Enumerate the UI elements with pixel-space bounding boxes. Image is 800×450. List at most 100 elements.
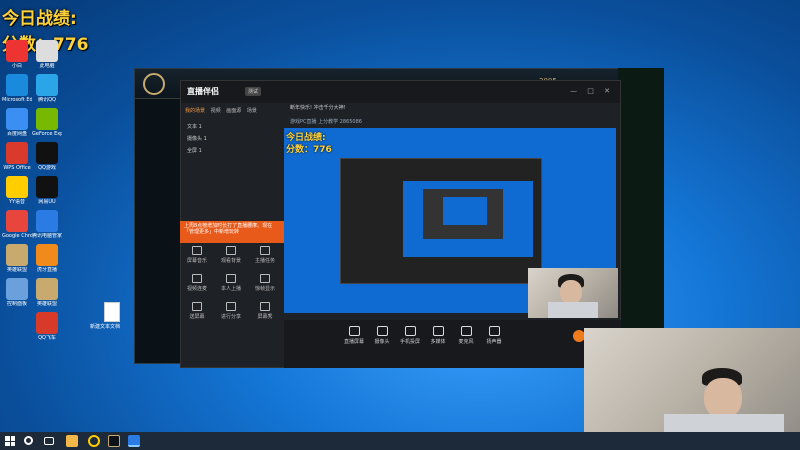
desktop-icon[interactable]: 网易UU bbox=[32, 176, 62, 205]
download-icon bbox=[226, 274, 236, 283]
stream-meta: 游戏PC直播 上分教学 2865086 bbox=[290, 119, 362, 125]
app-icon bbox=[36, 278, 58, 300]
desktop-icon-label: Microsoft Edge bbox=[2, 97, 32, 103]
obs-icon[interactable] bbox=[128, 435, 140, 447]
scene-item-text[interactable]: 文本 1 bbox=[187, 123, 202, 130]
camera-icon bbox=[376, 326, 388, 336]
task-view-icon[interactable] bbox=[44, 437, 54, 445]
desktop-icon[interactable]: 英雄联盟 bbox=[32, 278, 62, 307]
desktop-icon[interactable]: Google Chrome bbox=[2, 210, 32, 239]
desktop-icon[interactable]: 此电脑 bbox=[32, 40, 62, 69]
tool-screen-show[interactable]: 屏幕秀 bbox=[250, 302, 280, 320]
desktop-icon[interactable]: QQ游戏 bbox=[32, 142, 62, 171]
overlay-title: 今日战绩: bbox=[2, 9, 77, 29]
text-file-label: 新建文本文档 bbox=[90, 324, 121, 330]
app-icon bbox=[6, 244, 28, 266]
desktop-icon-label: 虎牙直播 bbox=[36, 267, 57, 273]
lol-social-panel[interactable] bbox=[618, 68, 664, 364]
yy-icon[interactable] bbox=[88, 435, 100, 447]
desktop-icon-label: 英雄联盟 bbox=[36, 301, 57, 307]
lol-icon[interactable] bbox=[108, 435, 120, 447]
app-icon bbox=[36, 210, 58, 232]
desktop-icon[interactable]: GeForce Experience bbox=[32, 108, 62, 137]
desktop-icon-label: 控制面板 bbox=[6, 301, 27, 307]
tool-send-screen[interactable]: 送屏幕 bbox=[182, 302, 212, 320]
nested-preview-4 bbox=[443, 197, 487, 225]
app-name: 直播伴侣 bbox=[187, 87, 219, 96]
tool-self-live[interactable]: 本人上播 bbox=[216, 274, 246, 292]
app-icon bbox=[6, 176, 28, 198]
desktop-icon-label: QQ游戏 bbox=[38, 165, 56, 171]
tool-screen-music[interactable]: 屏幕音乐 bbox=[182, 246, 212, 264]
video-call-icon bbox=[192, 274, 202, 283]
desktop-icon-label: 网易UU bbox=[38, 199, 56, 205]
display-icon bbox=[260, 302, 270, 311]
app-icon bbox=[6, 40, 28, 62]
window-controls[interactable]: — □ ✕ bbox=[570, 87, 614, 95]
desktop-icon[interactable]: QQ飞车 bbox=[32, 312, 62, 341]
scene-tabs[interactable]: 我的场景 视频 画面源 场景 bbox=[185, 107, 257, 114]
app-icon bbox=[36, 40, 58, 62]
tab-source[interactable]: 画面源 bbox=[226, 108, 241, 114]
frame-icon bbox=[260, 274, 270, 283]
desktop-icon[interactable]: 百度网盘 bbox=[2, 108, 32, 137]
nested-preview-1 bbox=[340, 158, 542, 284]
desktop-icon[interactable]: 控制面板 bbox=[2, 278, 32, 307]
desktop-icon-label: Google Chrome bbox=[2, 233, 32, 239]
scene-item-camera[interactable]: 摄像头 1 bbox=[187, 135, 207, 142]
tab-scenes[interactable]: 场景 bbox=[247, 108, 257, 114]
notice-banner[interactable]: 上周8点榜增加时长打了直播腰摩。现在「管理更多」中新增玩转 bbox=[180, 221, 284, 243]
monitor-icon bbox=[348, 326, 360, 336]
tool-background[interactable]: 观看背景 bbox=[216, 246, 246, 264]
app-icon bbox=[36, 244, 58, 266]
desktop-icon-label: WPS Office bbox=[3, 165, 31, 171]
desktop-icon-label: GeForce Experience bbox=[32, 131, 62, 137]
tool-frame-display[interactable]: 惊帧显示 bbox=[250, 274, 280, 292]
app-icon bbox=[6, 74, 28, 96]
music-icon bbox=[192, 246, 202, 255]
app-icon bbox=[36, 142, 58, 164]
desktop-icon-label: YY语音 bbox=[8, 199, 26, 205]
desktop-icon[interactable]: WPS Office bbox=[2, 142, 32, 171]
app-icon bbox=[6, 278, 28, 300]
microphone-icon bbox=[460, 326, 472, 336]
desktop-icon[interactable]: 虎牙直播 bbox=[32, 244, 62, 273]
tab-video[interactable]: 视频 bbox=[211, 108, 221, 114]
app-icon bbox=[36, 312, 58, 334]
btn-speaker[interactable]: 扬声器 bbox=[478, 326, 510, 345]
start-icon[interactable] bbox=[5, 436, 15, 446]
tool-share[interactable]: 进行分享 bbox=[216, 302, 246, 320]
desktop-icon-label: QQ飞车 bbox=[38, 335, 56, 341]
screen-icon bbox=[192, 302, 202, 311]
app-badge: 测试 bbox=[245, 87, 262, 96]
app-icon bbox=[6, 108, 28, 130]
tool-video-call[interactable]: 视频连麦 bbox=[182, 274, 212, 292]
app-icon bbox=[36, 176, 58, 198]
app-icon bbox=[6, 210, 28, 232]
lol-logo-icon[interactable] bbox=[143, 73, 165, 95]
streaming-app-header: 直播伴侣 测试 — □ ✕ bbox=[181, 81, 620, 103]
stream-title[interactable]: 断年快乐! 冲击千分大神! bbox=[290, 104, 346, 111]
text-file-icon[interactable] bbox=[104, 302, 120, 322]
tab-scene[interactable]: 我的场景 bbox=[185, 108, 205, 114]
search-icon[interactable] bbox=[24, 436, 33, 445]
desktop-icon[interactable]: YY语音 bbox=[2, 176, 32, 205]
desktop-icon-label: 腾讯电脑管家 bbox=[32, 233, 62, 239]
desktop-icon[interactable]: 腾讯QQ bbox=[32, 74, 62, 103]
desktop-icon[interactable]: 英雄联盟 bbox=[2, 244, 32, 273]
webcam-preview-small bbox=[528, 268, 618, 318]
app-icon bbox=[36, 108, 58, 130]
speaker-icon bbox=[488, 326, 500, 336]
bottom-toolbar: 直播屏幕 摄像头 手机投屏 多媒体 麦克风 扬声器 bbox=[284, 320, 621, 368]
explorer-icon[interactable] bbox=[66, 435, 78, 447]
desktop-icon-label: 腾讯QQ bbox=[38, 97, 56, 103]
desktop-icon[interactable]: 腾讯电脑管家 bbox=[32, 210, 62, 239]
desktop-icon-label: 百度网盘 bbox=[6, 131, 27, 137]
desktop-icon[interactable]: Microsoft Edge bbox=[2, 74, 32, 103]
nested-preview-2 bbox=[403, 181, 533, 257]
nested-preview-3 bbox=[423, 189, 503, 239]
preview-overlay-score: 分数：776 bbox=[286, 145, 332, 155]
desktop-icon[interactable]: 小白 bbox=[2, 40, 32, 69]
tool-tasks[interactable]: 主播任务 bbox=[250, 246, 280, 264]
scene-item-fullscreen[interactable]: 全屏 1 bbox=[187, 147, 202, 154]
